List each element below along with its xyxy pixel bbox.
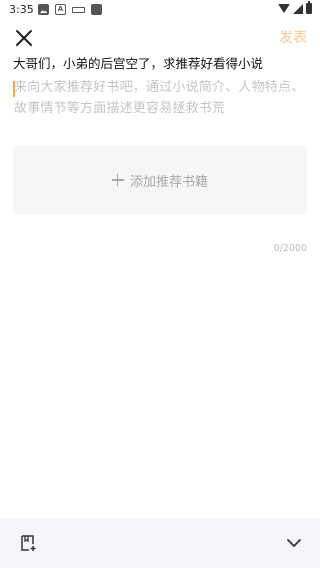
- status-notification-icons: A: [38, 4, 102, 15]
- chevron-down-icon: [287, 539, 301, 547]
- add-book-button[interactable]: 添加推荐书籍: [13, 146, 307, 214]
- text-cursor: [13, 81, 15, 97]
- a-icon: A: [55, 4, 66, 15]
- collapse-button[interactable]: [286, 535, 302, 551]
- image-icon: [38, 4, 49, 15]
- keyboard-icon: [72, 4, 85, 15]
- wifi-icon: [278, 4, 290, 13]
- insert-book-button[interactable]: [19, 534, 37, 552]
- publish-button[interactable]: 发表: [279, 27, 307, 47]
- post-body-input[interactable]: 来向大家推荐好书吧，通过小说简介、人物特点、故事情节等方面描述更容易拯救书荒: [13, 77, 309, 129]
- plus-icon: [111, 174, 124, 186]
- char-count: 0/2000: [273, 243, 307, 254]
- post-body-placeholder: 来向大家推荐好书吧，通过小说简介、人物特点、故事情节等方面描述更容易拯救书荒: [14, 80, 305, 116]
- battery-icon: [306, 1, 312, 14]
- signal-icon: [293, 3, 303, 14]
- close-button[interactable]: [12, 26, 36, 50]
- square-icon: [91, 4, 102, 15]
- add-book-label: 添加推荐书籍: [129, 174, 208, 190]
- add-book-icon: [21, 535, 36, 551]
- post-title[interactable]: 大哥们，小弟的后宫空了，求推荐好看得小说: [13, 53, 263, 72]
- status-time: 3:35: [9, 3, 34, 16]
- status-system-icons: [278, 1, 312, 14]
- status-bar: 3:35 A: [0, 0, 320, 20]
- close-icon: [16, 30, 32, 46]
- bottom-toolbar: [0, 518, 320, 568]
